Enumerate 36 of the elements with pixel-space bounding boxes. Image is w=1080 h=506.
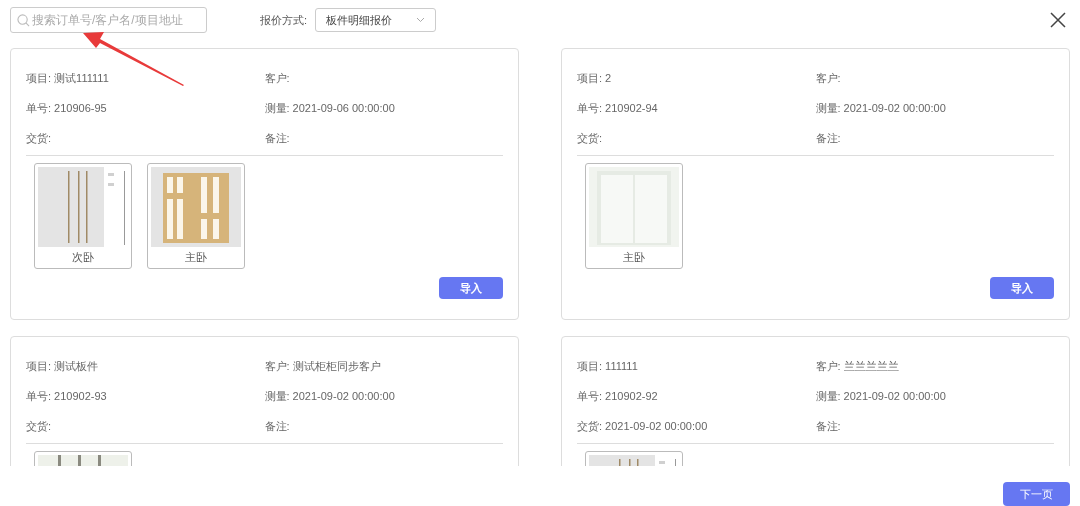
- quote-mode-select[interactable]: 板件明细报价: [315, 8, 437, 32]
- order-field: 备注:: [815, 130, 1054, 146]
- order-field: 备注:: [815, 418, 1054, 434]
- import-button[interactable]: 导入: [439, 277, 503, 299]
- next-page-button[interactable]: 下一页: [1003, 482, 1070, 506]
- order-field: 交货:: [577, 130, 816, 146]
- search-icon: [17, 13, 30, 27]
- order-field: 测量: 2021-09-06 00:00:00: [264, 100, 503, 116]
- order-field: 交货:: [26, 418, 265, 434]
- order-field: 客户:: [264, 70, 503, 86]
- order-field: 备注:: [264, 418, 503, 434]
- order-field: 测量: 2021-09-02 00:00:00: [264, 388, 503, 404]
- order-field: 测量: 2021-09-02 00:00:00: [815, 388, 1054, 404]
- search-field[interactable]: 搜索订单号/客户名/项目地址: [10, 7, 207, 33]
- order-field: 客户: 测试柜柜同步客户: [264, 358, 503, 374]
- order-field: 单号: 210902-92: [577, 388, 816, 404]
- order-field: 交货: 2021-09-02 00:00:00: [577, 418, 816, 434]
- order-field: 单号: 210902-94: [577, 100, 816, 116]
- order-field: 客户: 兰兰兰兰兰: [815, 358, 1054, 374]
- import-button[interactable]: 导入: [990, 277, 1054, 299]
- order-field: 交货:: [26, 130, 265, 146]
- design-thumbnail[interactable]: 主卧: [585, 163, 683, 269]
- order-field: 单号: 210902-93: [26, 388, 265, 404]
- order-field: 项目: 测试板件: [26, 358, 265, 374]
- order-field: 项目: 111111: [577, 358, 816, 374]
- order-field: 项目: 2: [577, 70, 816, 86]
- chevron-down-icon: [416, 17, 426, 23]
- design-thumbnail[interactable]: 主卧: [147, 163, 245, 269]
- quote-mode-label: 报价方式:: [260, 12, 308, 28]
- order-field: 项目: 测试111111: [26, 70, 265, 86]
- design-thumbnail[interactable]: 次卧: [34, 163, 132, 269]
- order-field: 备注:: [264, 130, 503, 146]
- close-icon[interactable]: [1050, 12, 1066, 28]
- order-field: 测量: 2021-09-02 00:00:00: [815, 100, 1054, 116]
- order-field: 单号: 210906-95: [26, 100, 265, 116]
- order-field: 客户:: [815, 70, 1054, 86]
